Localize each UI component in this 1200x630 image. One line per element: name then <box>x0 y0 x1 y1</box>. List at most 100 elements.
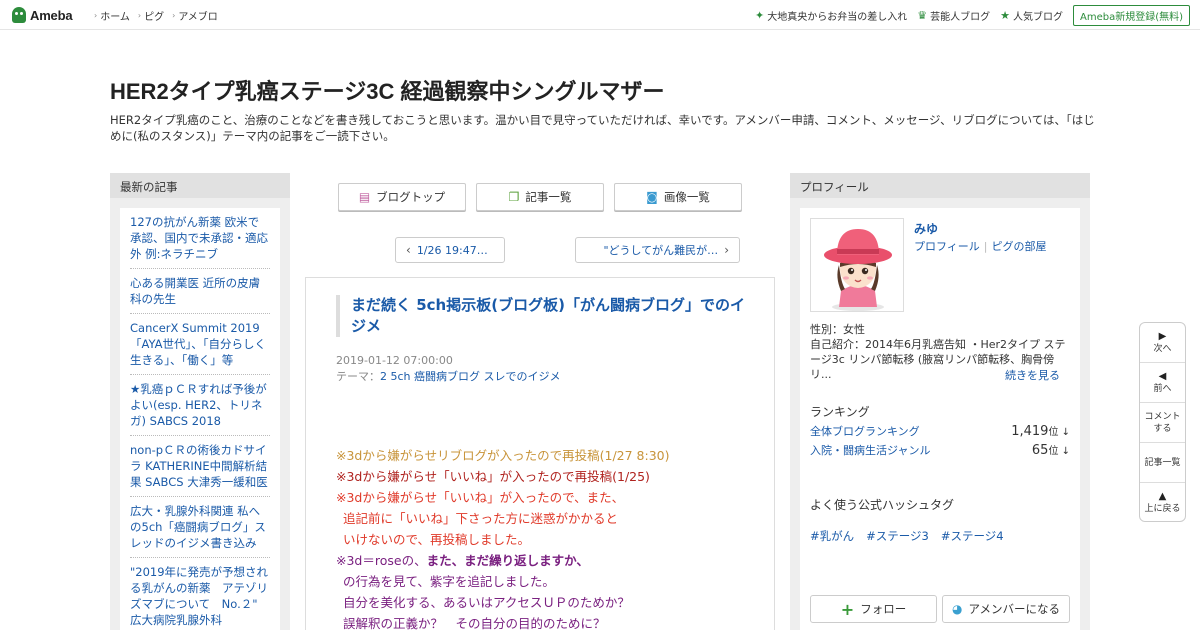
note-line: 自分を美化する、あるいはアクセスＵＰのためか？ <box>343 595 630 610</box>
profile-gender: 性別：女性 <box>810 323 865 336</box>
profile-card: みゆ プロフィール | ピグの部屋 性別：女性 自己紹介：2014年6月乳癌告知 ・… <box>800 208 1080 630</box>
blog-top-icon: ▤ <box>358 190 371 204</box>
recent-article-link[interactable]: 広大・乳腺外科関連 私への5ch「癌闘病ブログ」スレッドのイジメ書き込み <box>130 504 266 550</box>
floating-nav: ▶ 次へ ◀ 前へ コメントする 記事一覧 ▲ 上に戻る <box>1139 322 1186 522</box>
amember-icon: ◕ <box>952 602 963 616</box>
theme-link[interactable]: 2 5ch 癌闘病ブログ スレでのイジメ <box>380 370 561 383</box>
profile-links: プロフィール | ピグの部屋 <box>914 240 1047 253</box>
prev-article-button[interactable]: ‹ 1/26 19:47… <box>395 237 505 263</box>
recent-articles-heading: 最新の記事 <box>110 173 290 198</box>
amember-button[interactable]: ◕ アメンバーになる <box>942 595 1070 623</box>
blog-top-button[interactable]: ▤ ブログトップ <box>338 183 466 211</box>
top-header: Ameba › ホーム › ピグ › アメブロ ✦ 大地真央からお弁当の差し入れ ♛ 芸能… <box>0 0 1200 30</box>
register-button[interactable]: Ameba新規登録(無料) <box>1072 4 1190 26</box>
crown-icon: ♛ <box>917 8 928 22</box>
hashtag-link[interactable]: #ステージ3 <box>866 528 929 544</box>
note-line: 追記前に「いいね」下さった方に迷惑がかかると <box>343 511 619 526</box>
overall-ranking-link[interactable]: 全体ブログランキング <box>810 423 920 439</box>
chevron-right-icon: › <box>94 10 98 20</box>
hashtag-link[interactable]: #乳がん <box>810 528 854 544</box>
chevron-left-icon: ‹ <box>406 243 411 257</box>
hashtag-list: #乳がん #ステージ3 #ステージ4 <box>810 528 1004 544</box>
avatar[interactable] <box>810 218 904 312</box>
recent-article-link[interactable]: non-pＣＲの術後カドサイラ KATHERINE中間解析結果 SABCS 大津… <box>130 443 268 489</box>
nav-home[interactable]: › ホーム <box>94 8 130 23</box>
hashtag-link[interactable]: #ステージ4 <box>941 528 1004 544</box>
article: まだ続く 5ch掲示板(ブログ板)「がん闘病ブログ」でのイジメ 2019-01-… <box>305 277 775 630</box>
image-list-button[interactable]: ◙ 画像一覧 <box>614 183 742 211</box>
ranking-row: 入院・闘病生活ジャンル 65位 ↓ <box>810 442 1070 458</box>
list-item: non-pＣＲの術後カドサイラ KATHERINE中間解析結果 SABCS 大津… <box>130 436 270 497</box>
blog-description: HER2タイプ乳癌のこと、治療のことなどを書き残しておこうと思います。温かい目で… <box>110 113 1095 143</box>
float-list-button[interactable]: 記事一覧 <box>1140 443 1185 483</box>
chevron-right-icon: › <box>137 10 142 20</box>
header-news-link[interactable]: ✦ 大地真央からお弁当の差し入れ <box>755 8 907 23</box>
triangle-up-icon: ▲ <box>1158 491 1167 502</box>
plus-icon: + <box>840 599 855 619</box>
recent-article-link[interactable]: CancerX Summit 2019 「AYA世代」、「自分らしく生きる」、「… <box>130 321 266 367</box>
article-list-button[interactable]: ❐ 記事一覧 <box>476 183 604 211</box>
article-theme: テーマ：2 5ch 癌闘病ブログ スレでのイジメ <box>336 370 561 383</box>
ranking-row: 全体ブログランキング 1,419位 ↓ <box>810 423 1070 439</box>
ranking-heading: ランキング <box>810 405 870 419</box>
list-item: CancerX Summit 2019 「AYA世代」、「自分らしく生きる」、「… <box>130 314 270 375</box>
nav-ameblo[interactable]: › アメブロ <box>172 8 218 23</box>
note-line: 誤解釈の正義か？ その自分の目的のために？ <box>343 616 606 630</box>
play-left-icon: ◀ <box>1158 370 1167 382</box>
sparkle-icon: ✦ <box>755 8 765 22</box>
list-item: "2019年に発売が予想される乳がんの新薬 アテゾリズマブについて No.２" … <box>130 558 270 630</box>
note-line: ※3dから嫌がらせ「いいね」が入ったので、また、 <box>336 490 625 505</box>
left-sidebar: 最新の記事 127の抗がん新薬 欧米で承認、国内で未承認・適応外 例:ネラチニブ… <box>110 173 290 630</box>
chevron-right-icon: › <box>172 10 176 20</box>
ranking-value: 1,419位 ↓ <box>1011 424 1070 439</box>
note-line: ※3d＝roseの、また、まだ繰り返しますか、 <box>336 553 589 568</box>
next-article-button[interactable]: "どうしてがん難民が… › <box>575 237 740 263</box>
float-next-button[interactable]: ▶ 次へ <box>1140 323 1185 363</box>
list-item: 127の抗がん新薬 欧米で承認、国内で未承認・適応外 例:ネラチニブ <box>130 214 270 269</box>
profile-heading: プロフィール <box>790 173 1090 198</box>
nav-pigg[interactable]: › ピグ <box>138 8 164 23</box>
note-line: ※3dから嫌がらせ「いいね」が入ったので再投稿(1/25) <box>336 469 650 484</box>
article-list-icon: ❐ <box>508 190 520 204</box>
article-pager: ‹ 1/26 19:47… "どうしてがん難民が… › <box>395 237 769 263</box>
note-line: ※3dから嫌がらせリブログが入ったので再投稿(1/27 8:30) <box>336 448 670 463</box>
celebrity-blog-link[interactable]: ♛ 芸能人ブログ <box>917 8 990 23</box>
article-meta: 2019-01-12 07:00:00 テーマ：2 5ch 癌闘病ブログ スレで… <box>336 353 561 385</box>
blog-title[interactable]: HER2タイプ乳癌ステージ3C 経過観察中シングルマザー <box>110 74 664 106</box>
recent-articles-list: 127の抗がん新薬 欧米で承認、国内で未承認・適応外 例:ネラチニブ 心ある開業… <box>120 208 280 630</box>
popular-blog-link[interactable]: ★ 人気ブログ <box>1000 8 1063 23</box>
recent-article-link[interactable]: 心ある開業医 近所の皮膚科の先生 <box>130 276 260 306</box>
article-date: 2019-01-12 07:00:00 <box>336 354 453 367</box>
star-icon: ★ <box>1000 8 1010 22</box>
recent-article-link[interactable]: "2019年に発売が予想される乳がんの新薬 アテゾリズマブについて No.２" … <box>130 565 268 627</box>
top-right-links: ✦ 大地真央からお弁当の差し入れ ♛ 芸能人ブログ ★ 人気ブログ Ameba新規登録… <box>755 0 1190 30</box>
list-item: ★乳癌ｐＣＲすれば予後がよい(esp. HER2、トリネガ) SABCS 201… <box>130 375 270 436</box>
avatar-illustration <box>811 219 903 311</box>
float-prev-button[interactable]: ◀ 前へ <box>1140 363 1185 403</box>
ameba-logo-icon <box>12 7 26 23</box>
read-more-link[interactable]: 続きを見る <box>1005 367 1060 383</box>
recent-article-link[interactable]: 127の抗がん新薬 欧米で承認、国内で未承認・適応外 例:ネラチニブ <box>130 215 268 261</box>
profile-name[interactable]: みゆ <box>914 220 938 237</box>
float-comment-button[interactable]: コメントする <box>1140 403 1185 443</box>
note-line: いけないので、再投稿しました。 <box>343 532 531 547</box>
note-line: の行為を見て、紫字を追記しました。 <box>343 574 555 589</box>
follow-button[interactable]: + フォロー <box>810 595 937 623</box>
play-right-icon: ▶ <box>1158 330 1167 342</box>
genre-ranking-link[interactable]: 入院・闘病生活ジャンル <box>810 442 930 458</box>
pig-room-link[interactable]: ピグの部屋 <box>992 240 1047 253</box>
camera-icon: ◙ <box>646 190 658 204</box>
ameba-logo[interactable]: Ameba <box>12 5 73 25</box>
list-item: 心ある開業医 近所の皮膚科の先生 <box>130 269 270 314</box>
chevron-right-icon: › <box>724 243 729 257</box>
list-item: 広大・乳腺外科関連 私への5ch「癌闘病ブログ」スレッドのイジメ書き込み <box>130 497 270 558</box>
article-title[interactable]: まだ続く 5ch掲示板(ブログ板)「がん闘病ブログ」でのイジメ <box>336 295 746 337</box>
top-nav: › ホーム › ピグ › アメブロ <box>86 0 218 30</box>
logo-text: Ameba <box>30 7 73 23</box>
float-top-button[interactable]: ▲ 上に戻る <box>1140 483 1185 523</box>
hashtag-heading: よく使う公式ハッシュタグ <box>810 498 955 512</box>
ranking-value: 65位 ↓ <box>1031 443 1070 458</box>
profile-link[interactable]: プロフィール <box>914 240 980 253</box>
recent-article-link[interactable]: ★乳癌ｐＣＲすれば予後がよい(esp. HER2、トリネガ) SABCS 201… <box>130 382 267 428</box>
right-sidebar: プロフィール みゆ プロフィール | ピグの部屋 性別：女性 自己紹介：2014… <box>790 173 1090 630</box>
